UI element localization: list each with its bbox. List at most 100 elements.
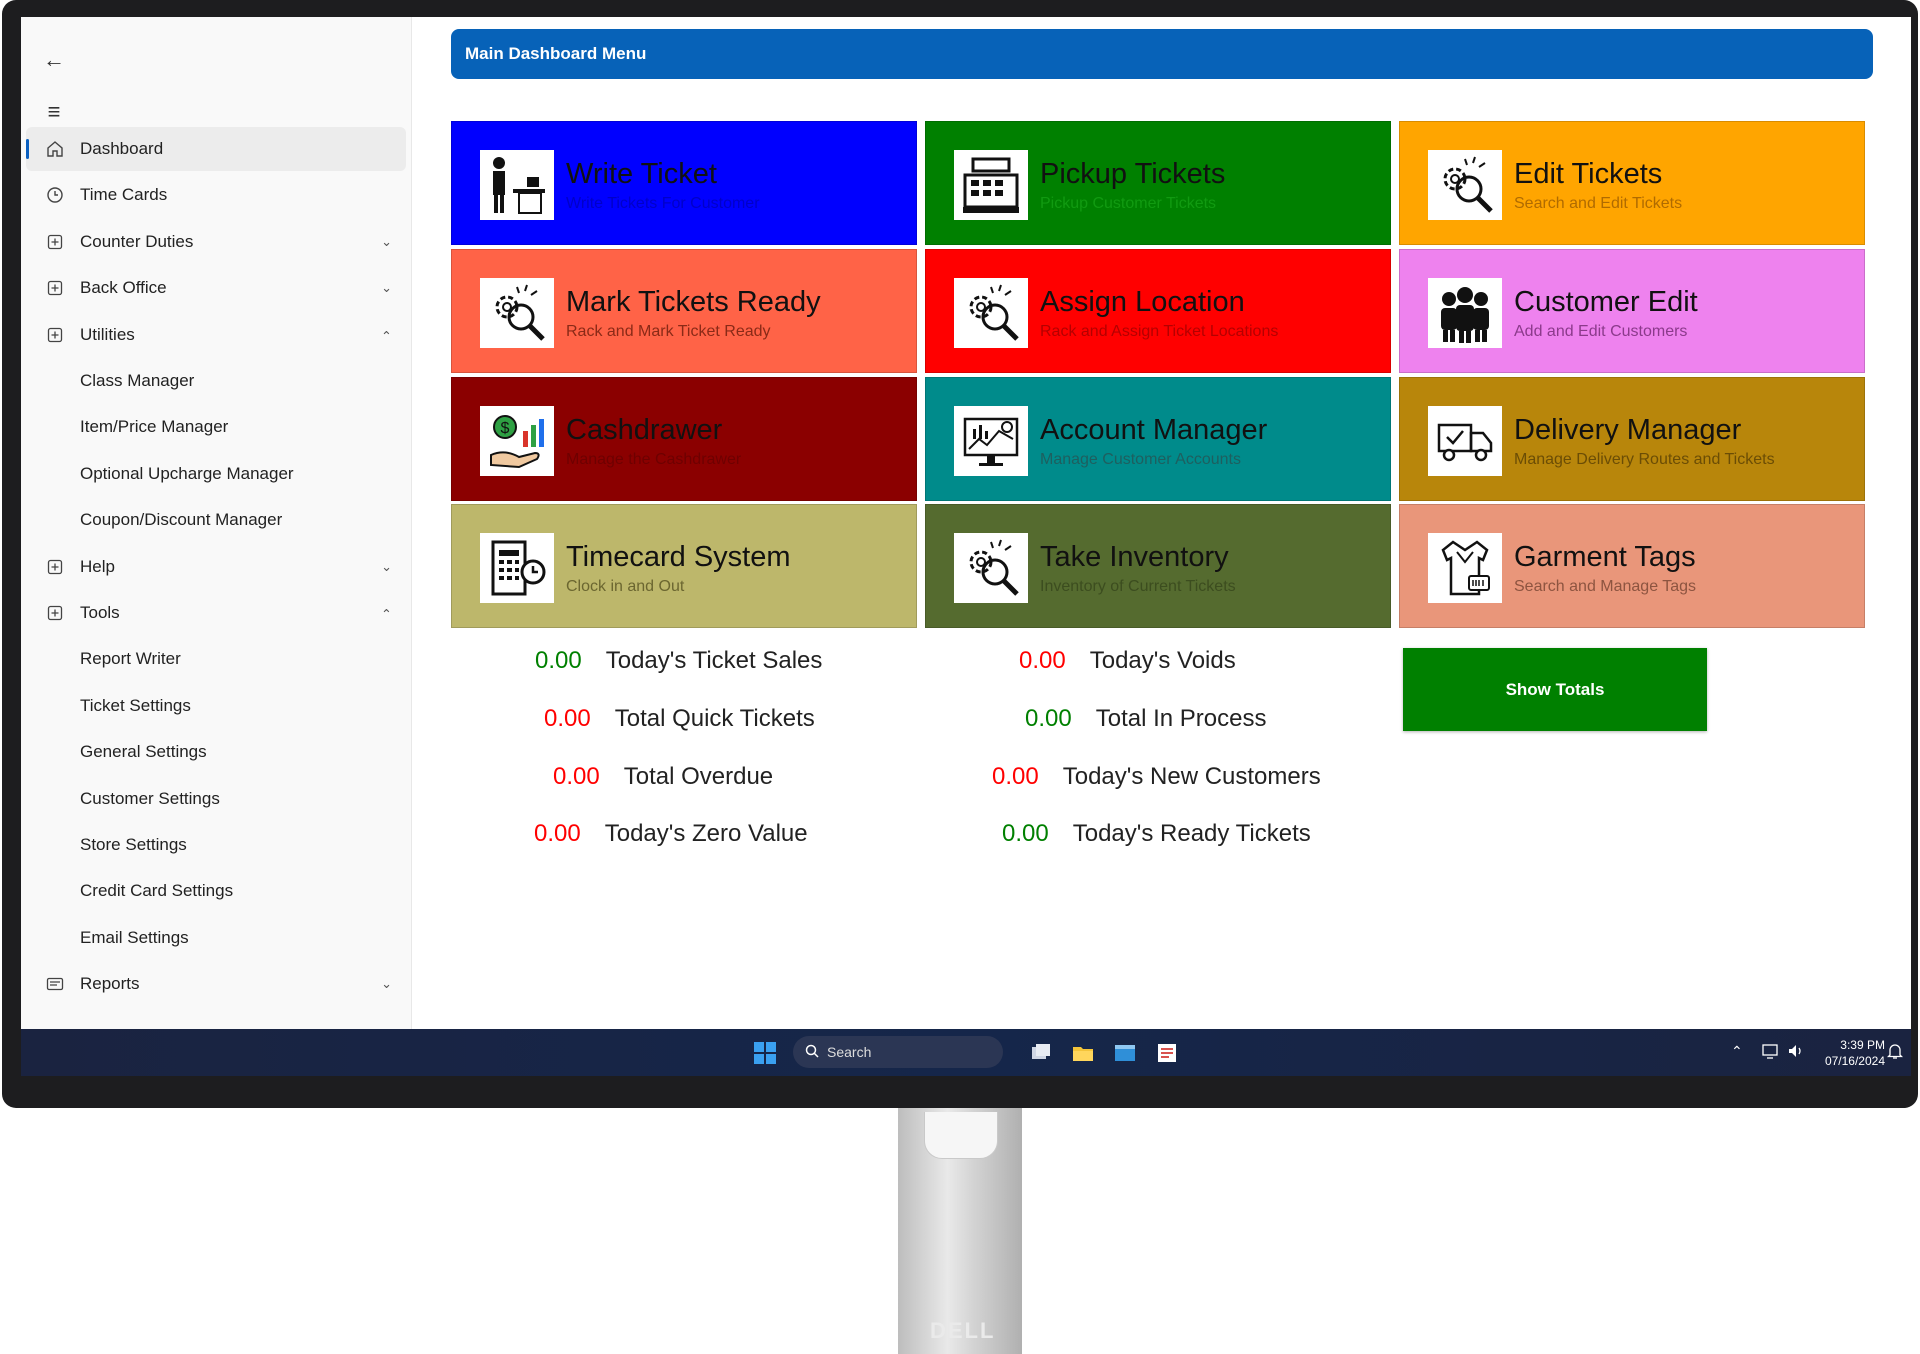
plus-box-icon [46, 604, 64, 622]
plus-box-icon [46, 279, 64, 297]
tile-title: Pickup Tickets [1040, 158, 1226, 190]
notification-bell-icon[interactable] [1886, 1042, 1904, 1063]
tile-timecard-system[interactable]: Timecard System Clock in and Out [451, 504, 917, 628]
tile-mark-tickets-ready[interactable]: Mark Tickets Ready Rack and Mark Ticket R… [451, 249, 917, 373]
stand-cable-slot [924, 1112, 998, 1159]
sidebar-item-counter-duties[interactable]: Counter Duties ⌄ [26, 220, 406, 264]
garment-tag-icon [1428, 533, 1502, 603]
tile-title: Write Ticket [566, 158, 717, 190]
gear-search-icon [1428, 150, 1502, 220]
sidebar-item-class-manager[interactable]: Class Manager [26, 359, 406, 403]
app-window-icon[interactable] [1113, 1041, 1137, 1065]
windows-start-icon[interactable] [753, 1041, 777, 1065]
screen: ← ≡ Dashboard Time Cards Counter Duties [21, 17, 1911, 1076]
chevron-down-icon: ⌄ [381, 976, 392, 991]
tile-title: Account Manager [1040, 414, 1268, 446]
sidebar-item-report-writer[interactable]: Report Writer [26, 637, 406, 681]
tile-garment-tags[interactable]: Garment Tags Search and Manage Tags [1399, 504, 1865, 628]
tile-title: Garment Tags [1514, 541, 1696, 573]
volume-icon[interactable] [1787, 1042, 1805, 1063]
tile-take-inventory[interactable]: Take Inventory Inventory of Current Ticke… [925, 504, 1391, 628]
tile-title: Take Inventory [1040, 541, 1229, 573]
stat-todays-ticket-sales: 0.00 Today's Ticket Sales [535, 647, 823, 674]
tile-title: Edit Tickets [1514, 158, 1663, 190]
sidebar-item-ticket-settings[interactable]: Ticket Settings [26, 684, 406, 728]
back-arrow-icon[interactable]: ← [39, 45, 69, 75]
tile-customer-edit[interactable]: Customer Edit Add and Edit Customers [1399, 249, 1865, 373]
sidebar-item-email-settings[interactable]: Email Settings [26, 916, 406, 960]
sidebar-item-back-office[interactable]: Back Office ⌄ [26, 266, 406, 310]
tile-subtitle: Manage Customer Accounts [1040, 451, 1241, 468]
show-totals-button[interactable]: Show Totals [1403, 648, 1707, 731]
sidebar-item-dashboard[interactable]: Dashboard [26, 127, 406, 171]
home-icon [46, 140, 64, 158]
chevron-up-icon: ⌄ [381, 606, 392, 621]
snipping-tool-icon[interactable] [1155, 1041, 1179, 1065]
tile-subtitle: Manage the Cashdrawer [566, 451, 742, 468]
hamburger-menu-icon[interactable]: ≡ [39, 97, 69, 127]
stand-logo: DELL [930, 1318, 996, 1343]
sidebar-item-credit-card-settings[interactable]: Credit Card Settings [26, 869, 406, 913]
stat-todays-ready-tickets: 0.00 Today's Ready Tickets [1002, 820, 1311, 847]
page-title: Main Dashboard Menu [465, 44, 647, 63]
sidebar-item-general-settings[interactable]: General Settings [26, 730, 406, 774]
task-view-icon[interactable] [1029, 1041, 1053, 1065]
tile-account-manager[interactable]: Account Manager Manage Customer Accounts [925, 377, 1391, 501]
plus-box-icon [46, 326, 64, 344]
plus-box-icon [46, 558, 64, 576]
network-icon[interactable] [1761, 1042, 1779, 1063]
sidebar-item-time-cards[interactable]: Time Cards [26, 173, 406, 217]
sidebar-item-customer-settings[interactable]: Customer Settings [26, 777, 406, 821]
clock-icon [46, 186, 64, 204]
tray-chevron-icon[interactable]: ⌃ [1731, 1043, 1743, 1060]
tile-assign-location[interactable]: Assign Location Rack and Assign Ticket Lo… [925, 249, 1391, 373]
gear-search-icon [954, 533, 1028, 603]
tile-subtitle: Pickup Customer Tickets [1040, 195, 1217, 212]
sidebar-item-item-price-manager[interactable]: Item/Price Manager [26, 405, 406, 449]
clock-readout[interactable]: 3:39 PM 07/16/2024 [1819, 1037, 1885, 1069]
chevron-down-icon: ⌄ [381, 559, 392, 574]
tile-edit-tickets[interactable]: Edit Tickets Search and Edit Tickets [1399, 121, 1865, 245]
sidebar-item-help[interactable]: Help ⌄ [26, 545, 406, 589]
stat-total-in-process: 0.00 Total In Process [1025, 705, 1267, 732]
tile-subtitle: Manage Delivery Routes and Tickets [1514, 451, 1775, 468]
taskbar: Search ⌃ 3:39 PM 07/16/2024 [21, 1029, 1911, 1076]
tile-cashdrawer[interactable]: $ Cashdrawer Manage the Cashdrawer [451, 377, 917, 501]
monitor-chart-icon [954, 406, 1028, 476]
sidebar-item-tools[interactable]: Tools ⌄ [26, 591, 406, 635]
gear-search-icon [480, 278, 554, 348]
report-icon [46, 975, 64, 993]
tile-subtitle: Rack and Mark Ticket Ready [566, 323, 771, 340]
main-dashboard-header: Main Dashboard Menu [451, 29, 1873, 79]
tile-title: Customer Edit [1514, 286, 1698, 318]
tile-write-ticket[interactable]: Write Ticket Write Tickets For Customer [451, 121, 917, 245]
tile-subtitle: Clock in and Out [566, 578, 685, 595]
sidebar-item-reports[interactable]: Reports ⌄ [26, 962, 406, 1006]
tile-delivery-manager[interactable]: Delivery Manager Manage Delivery Routes a… [1399, 377, 1865, 501]
sidebar-item-optional-upcharge-manager[interactable]: Optional Upcharge Manager [26, 452, 406, 496]
tile-pickup-tickets[interactable]: Pickup Tickets Pickup Customer Tickets [925, 121, 1391, 245]
chevron-up-icon: ⌄ [381, 328, 392, 343]
tile-subtitle: Write Tickets For Customer [566, 195, 760, 212]
stat-total-overdue: 0.00 Total Overdue [553, 763, 774, 790]
plus-box-icon [46, 233, 64, 251]
stat-todays-new-customers: 0.00 Today's New Customers [992, 763, 1321, 790]
sidebar-item-coupon-discount-manager[interactable]: Coupon/Discount Manager [26, 498, 406, 542]
stat-todays-zero-value: 0.00 Today's Zero Value [534, 820, 808, 847]
tile-subtitle: Inventory of Current Tickets [1040, 578, 1236, 595]
stat-todays-voids: 0.00 Today's Voids [1019, 647, 1236, 674]
chevron-down-icon: ⌄ [381, 234, 392, 249]
sidebar: ← ≡ Dashboard Time Cards Counter Duties [21, 17, 412, 1029]
file-explorer-icon[interactable] [1071, 1041, 1095, 1065]
timecard-icon [480, 533, 554, 603]
tile-title: Timecard System [566, 541, 791, 573]
sidebar-item-store-settings[interactable]: Store Settings [26, 823, 406, 867]
sidebar-item-utilities[interactable]: Utilities ⌄ [26, 313, 406, 357]
svg-text:$: $ [501, 420, 510, 437]
stat-total-quick-tickets: 0.00 Total Quick Tickets [544, 705, 815, 732]
tile-title: Delivery Manager [1514, 414, 1742, 446]
taskbar-search[interactable]: Search [793, 1036, 1003, 1068]
people-icon [1428, 278, 1502, 348]
tile-title: Cashdrawer [566, 414, 723, 446]
tile-subtitle: Add and Edit Customers [1514, 323, 1688, 340]
